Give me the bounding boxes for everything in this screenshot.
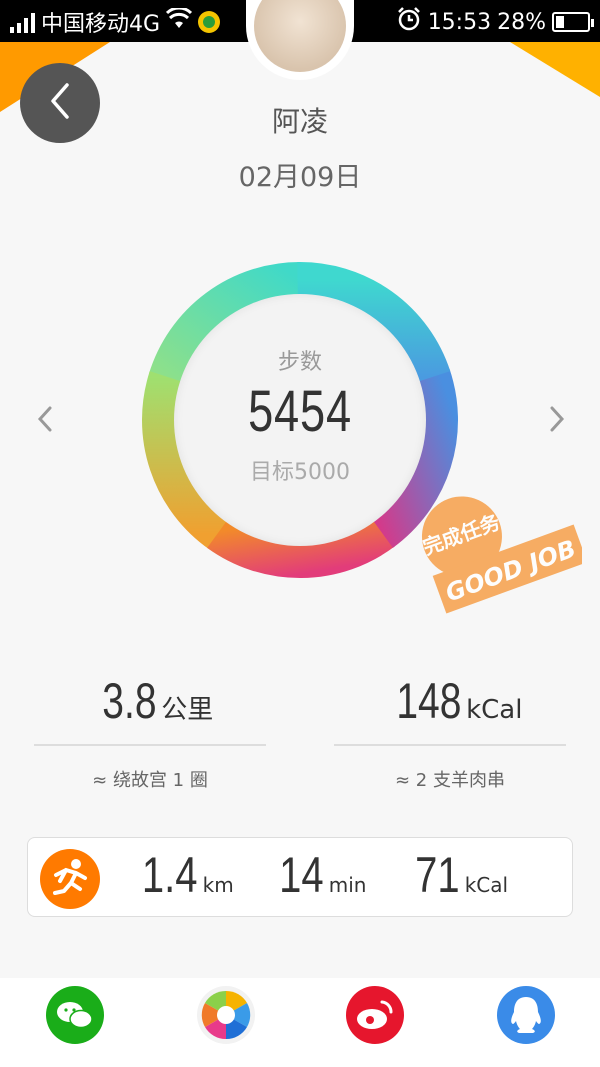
decorative-corner-right (510, 42, 600, 97)
activity-duration-unit: min (328, 873, 367, 897)
status-right: 15:53 28% (396, 6, 594, 38)
alarm-icon (396, 6, 422, 38)
activity-calories-value: 71 (415, 847, 460, 903)
date-label: 02月09日 (238, 162, 362, 193)
activity-distance-unit: km (202, 873, 234, 897)
calories-stat: 148 kCal ≈ 2 支羊肉串 (334, 672, 566, 792)
share-bar (0, 978, 600, 1067)
user-name: 阿凌 (271, 105, 328, 138)
chevron-left-icon (36, 405, 54, 437)
wechat-icon (46, 986, 104, 1044)
activity-duration-value: 14 (279, 847, 324, 903)
calories-value: 148 (395, 673, 461, 729)
battery-percent: 28% (497, 9, 546, 35)
activity-distance-value: 1.4 (141, 847, 198, 903)
app-notification-icon (198, 11, 221, 33)
distance-value-row: 3.8 公里 (34, 672, 266, 734)
avatar-image (254, 0, 346, 72)
distance-note: ≈ 绕故宫 1 圈 (92, 770, 208, 791)
moments-icon (197, 986, 255, 1044)
calories-note: ≈ 2 支羊肉串 (395, 770, 505, 791)
activity-duration: 14 min (268, 846, 366, 904)
divider (334, 744, 566, 746)
steps-label: 步数 (277, 350, 322, 375)
signal-icon (10, 11, 35, 33)
steps-value: 5454 (248, 379, 352, 444)
chevron-right-icon (548, 405, 566, 437)
divider (34, 744, 266, 746)
distance-stat: 3.8 公里 ≈ 绕故宫 1 圈 (34, 672, 266, 792)
status-left: 中国移动4G (10, 6, 221, 38)
activity-distance: 1.4 km (128, 846, 234, 904)
clock-time: 15:53 (427, 9, 492, 35)
activity-card[interactable]: 1.4 km 14 min 71 kCal (27, 837, 573, 917)
previous-day-button[interactable] (30, 404, 60, 438)
carrier-label: 中国移动4G (41, 12, 161, 37)
distance-value: 3.8 (101, 673, 157, 729)
good-job-stamp: 完成任务 GOOD JOB (412, 470, 588, 620)
qq-icon (497, 986, 555, 1044)
share-weibo-button[interactable] (346, 986, 404, 1044)
next-day-button[interactable] (542, 404, 572, 438)
activity-calories-unit: kCal (464, 873, 509, 897)
share-moments-button[interactable] (197, 986, 255, 1044)
activity-calories: 71 kCal (404, 846, 508, 904)
battery-level (556, 16, 564, 28)
avatar[interactable] (246, 0, 354, 80)
calories-unit: kCal (466, 695, 523, 725)
distance-unit: 公里 (161, 695, 214, 725)
share-wechat-button[interactable] (46, 986, 104, 1044)
wifi-icon (165, 6, 193, 36)
running-icon (40, 849, 100, 909)
weibo-icon (346, 986, 404, 1044)
battery-icon (552, 12, 594, 32)
calories-value-row: 148 kCal (334, 672, 566, 734)
share-qq-button[interactable] (497, 986, 555, 1044)
